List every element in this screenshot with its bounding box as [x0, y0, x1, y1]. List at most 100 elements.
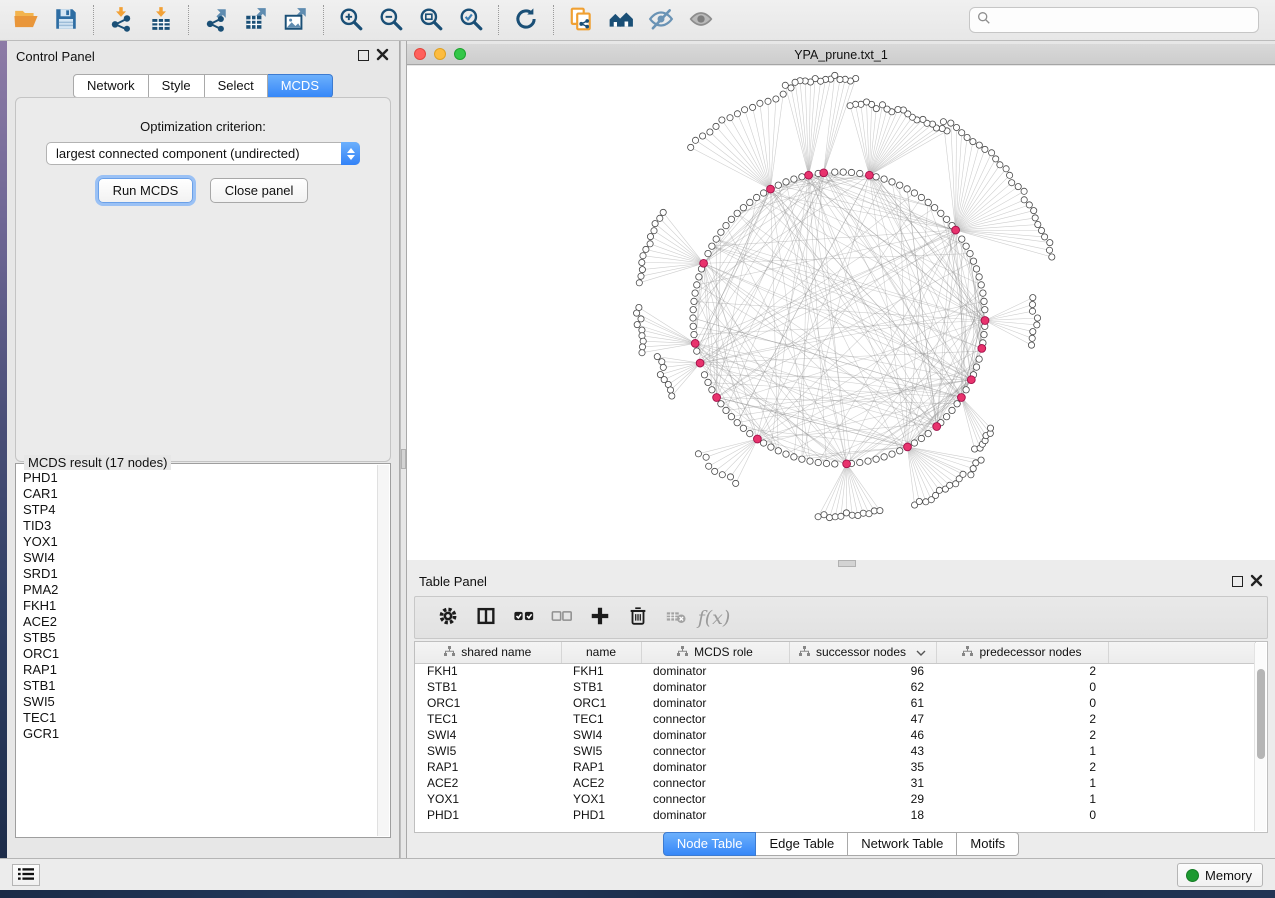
import-network-button[interactable]: [103, 3, 139, 37]
cell-successor-nodes[interactable]: 46: [789, 727, 936, 743]
close-panel-icon[interactable]: [1250, 574, 1263, 587]
cell-name[interactable]: FKH1: [561, 663, 641, 679]
cell-successor-nodes[interactable]: 18: [789, 807, 936, 823]
cell-shared-name[interactable]: RAP1: [415, 759, 561, 775]
cell-successor-nodes[interactable]: 62: [789, 679, 936, 695]
function-builder-button[interactable]: f(x): [695, 600, 733, 636]
tab-motifs[interactable]: Motifs: [957, 832, 1019, 856]
mcds-result-item[interactable]: RAP1: [23, 662, 377, 678]
first-neighbors-button[interactable]: [603, 3, 639, 37]
search-input[interactable]: [996, 10, 1251, 30]
show-all-button[interactable]: [683, 3, 719, 37]
hide-selected-button[interactable]: [643, 3, 679, 37]
cell-predecessor-nodes[interactable]: 2: [936, 759, 1108, 775]
zoom-in-button[interactable]: [333, 3, 369, 37]
network-window-titlebar[interactable]: YPA_prune.txt_1: [407, 44, 1275, 65]
cell-mcds-role[interactable]: connector: [641, 743, 789, 759]
cell-mcds-role[interactable]: connector: [641, 711, 789, 727]
cell-shared-name[interactable]: FKH1: [415, 663, 561, 679]
cell-mcds-role[interactable]: connector: [641, 791, 789, 807]
duplicate-network-button[interactable]: [563, 3, 599, 37]
zoom-selected-button[interactable]: [453, 3, 489, 37]
mcds-result-item[interactable]: STB1: [23, 678, 377, 694]
cell-shared-name[interactable]: ORC1: [415, 695, 561, 711]
mcds-result-item[interactable]: ACE2: [23, 614, 377, 630]
mcds-result-item[interactable]: ORC1: [23, 646, 377, 662]
cell-successor-nodes[interactable]: 31: [789, 775, 936, 791]
float-panel-icon[interactable]: [1232, 576, 1243, 587]
mcds-result-item[interactable]: TID3: [23, 518, 377, 534]
cell-name[interactable]: PHD1: [561, 807, 641, 823]
mcds-result-item[interactable]: PMA2: [23, 582, 377, 598]
tab-edge-table[interactable]: Edge Table: [756, 832, 848, 856]
cell-mcds-role[interactable]: dominator: [641, 759, 789, 775]
horizontal-splitter[interactable]: [407, 560, 1275, 567]
run-mcds-button[interactable]: Run MCDS: [98, 178, 194, 203]
tab-network-table[interactable]: Network Table: [848, 832, 957, 856]
splitter-handle[interactable]: [838, 560, 856, 567]
cell-predecessor-nodes[interactable]: 0: [936, 807, 1108, 823]
cell-mcds-role[interactable]: dominator: [641, 679, 789, 695]
close-panel-icon[interactable]: [376, 48, 389, 61]
cell-predecessor-nodes[interactable]: 0: [936, 695, 1108, 711]
delete-table-button[interactable]: [657, 600, 695, 636]
delete-column-button[interactable]: [619, 600, 657, 636]
zoom-out-button[interactable]: [373, 3, 409, 37]
show-column-button[interactable]: [467, 600, 505, 636]
cell-predecessor-nodes[interactable]: 0: [936, 679, 1108, 695]
cell-mcds-role[interactable]: dominator: [641, 695, 789, 711]
cell-shared-name[interactable]: SWI4: [415, 727, 561, 743]
column-header-shared-name[interactable]: shared name: [415, 642, 561, 663]
cell-name[interactable]: SWI4: [561, 727, 641, 743]
table-scrollbar[interactable]: [1254, 643, 1266, 831]
close-panel-button[interactable]: Close panel: [210, 178, 309, 203]
export-table-button[interactable]: [238, 3, 274, 37]
network-graph[interactable]: [407, 66, 1275, 560]
cell-shared-name[interactable]: YOX1: [415, 791, 561, 807]
mcds-result-item[interactable]: TEC1: [23, 710, 377, 726]
mcds-result-item[interactable]: YOX1: [23, 534, 377, 550]
scrollbar-thumb[interactable]: [1257, 669, 1265, 759]
export-network-button[interactable]: [198, 3, 234, 37]
cell-name[interactable]: ORC1: [561, 695, 641, 711]
tab-network[interactable]: Network: [73, 74, 149, 98]
cell-name[interactable]: YOX1: [561, 791, 641, 807]
cell-mcds-role[interactable]: connector: [641, 775, 789, 791]
mcds-result-item[interactable]: PHD1: [23, 470, 377, 486]
mcds-result-item[interactable]: FKH1: [23, 598, 377, 614]
tab-mcds[interactable]: MCDS: [268, 74, 333, 98]
cell-shared-name[interactable]: SWI5: [415, 743, 561, 759]
select-all-button[interactable]: [505, 600, 543, 636]
table-settings-button[interactable]: [429, 600, 467, 636]
mcds-result-item[interactable]: STP4: [23, 502, 377, 518]
cell-shared-name[interactable]: STB1: [415, 679, 561, 695]
cell-name[interactable]: ACE2: [561, 775, 641, 791]
cell-predecessor-nodes[interactable]: 2: [936, 727, 1108, 743]
cell-successor-nodes[interactable]: 29: [789, 791, 936, 807]
mcds-result-item[interactable]: SRD1: [23, 566, 377, 582]
mcds-result-item[interactable]: STB5: [23, 630, 377, 646]
column-header-successor-nodes[interactable]: successor nodes: [789, 642, 936, 663]
float-panel-icon[interactable]: [358, 50, 369, 61]
cell-predecessor-nodes[interactable]: 1: [936, 791, 1108, 807]
cell-name[interactable]: STB1: [561, 679, 641, 695]
cell-name[interactable]: RAP1: [561, 759, 641, 775]
import-table-button[interactable]: [143, 3, 179, 37]
cell-shared-name[interactable]: TEC1: [415, 711, 561, 727]
splitter-handle[interactable]: [401, 449, 406, 469]
cell-predecessor-nodes[interactable]: 1: [936, 775, 1108, 791]
cell-name[interactable]: TEC1: [561, 711, 641, 727]
mcds-result-item[interactable]: CAR1: [23, 486, 377, 502]
mcds-result-item[interactable]: GCR1: [23, 726, 377, 742]
network-canvas[interactable]: [407, 66, 1275, 560]
tab-select[interactable]: Select: [205, 74, 268, 98]
vertical-splitter[interactable]: [400, 41, 407, 858]
add-column-button[interactable]: [581, 600, 619, 636]
deselect-all-button[interactable]: [543, 600, 581, 636]
refresh-button[interactable]: [508, 3, 544, 37]
tab-node-table[interactable]: Node Table: [663, 832, 757, 856]
cell-shared-name[interactable]: PHD1: [415, 807, 561, 823]
cell-successor-nodes[interactable]: 43: [789, 743, 936, 759]
cell-shared-name[interactable]: ACE2: [415, 775, 561, 791]
tab-style[interactable]: Style: [149, 74, 205, 98]
